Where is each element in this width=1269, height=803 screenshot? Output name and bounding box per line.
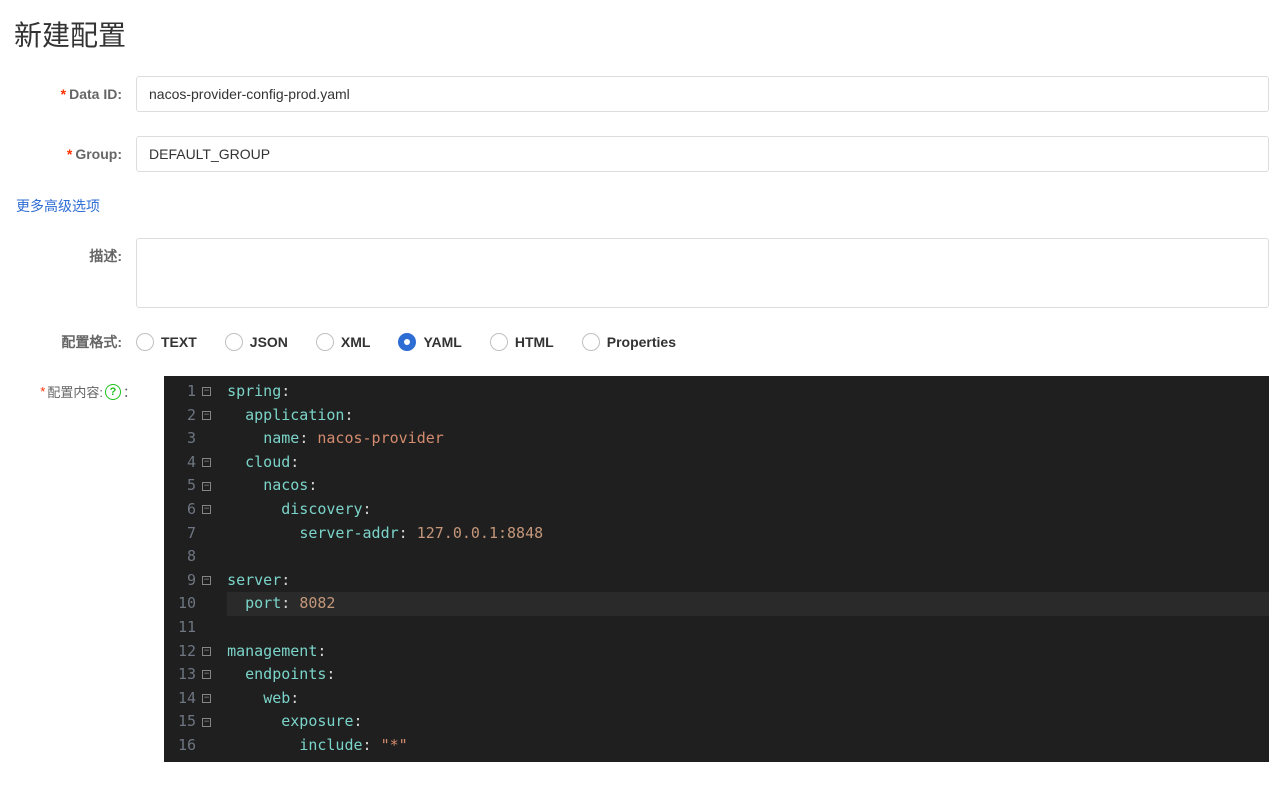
page-title: 新建配置 <box>14 14 1269 54</box>
gutter-line: 11 <box>178 616 213 640</box>
gutter-line: 6 <box>178 498 213 522</box>
fold-icon[interactable] <box>202 694 211 703</box>
code-line: server: <box>227 569 1269 593</box>
row-format: 配置格式: TEXT JSON XML YAML HTML Properties <box>14 332 1269 352</box>
editor-code-area[interactable]: spring: application: name: nacos-provide… <box>221 376 1269 762</box>
gutter-line: 3 <box>178 427 213 451</box>
help-icon[interactable]: ? <box>105 384 121 400</box>
row-data-id: *Data ID: <box>14 76 1269 112</box>
gutter-line: 12 <box>178 640 213 664</box>
code-line: nacos: <box>227 474 1269 498</box>
label-format: 配置格式: <box>14 332 136 352</box>
code-line: server-addr: 127.0.0.1:8848 <box>227 522 1269 546</box>
input-group[interactable] <box>136 136 1269 172</box>
gutter-line: 2 <box>178 404 213 428</box>
label-content: *配置内容: ? ： <box>14 376 136 401</box>
radio-label: JSON <box>250 334 288 350</box>
advanced-options-link[interactable]: 更多高级选项 <box>16 196 100 216</box>
input-data-id[interactable] <box>136 76 1269 112</box>
gutter-line: 10 <box>178 592 213 616</box>
radio-icon <box>136 333 154 351</box>
gutter-line: 15 <box>178 710 213 734</box>
radio-icon <box>582 333 600 351</box>
radio-icon <box>490 333 508 351</box>
fold-icon[interactable] <box>202 505 211 514</box>
format-option-text[interactable]: TEXT <box>136 333 197 351</box>
code-line: name: nacos-provider <box>227 427 1269 451</box>
code-line <box>227 616 1269 640</box>
code-line: cloud: <box>227 451 1269 475</box>
row-content: *配置内容: ? ： 12345678910111213141516 sprin… <box>14 376 1269 762</box>
code-line: discovery: <box>227 498 1269 522</box>
gutter-line: 7 <box>178 522 213 546</box>
code-editor[interactable]: 12345678910111213141516 spring: applicat… <box>164 376 1269 762</box>
code-line: exposure: <box>227 710 1269 734</box>
row-group: *Group: <box>14 136 1269 172</box>
gutter-line: 1 <box>178 380 213 404</box>
code-line: web: <box>227 687 1269 711</box>
fold-icon[interactable] <box>202 670 211 679</box>
input-desc[interactable] <box>136 238 1269 308</box>
gutter-line: 13 <box>178 663 213 687</box>
code-line <box>227 545 1269 569</box>
radio-label: YAML <box>423 334 461 350</box>
gutter-line: 5 <box>178 474 213 498</box>
code-line: endpoints: <box>227 663 1269 687</box>
gutter-line: 9 <box>178 569 213 593</box>
radio-label: Properties <box>607 334 676 350</box>
radio-icon <box>225 333 243 351</box>
gutter-line: 8 <box>178 545 213 569</box>
gutter-line: 16 <box>178 734 213 758</box>
format-option-xml[interactable]: XML <box>316 333 371 351</box>
format-option-yaml[interactable]: YAML <box>398 333 461 351</box>
code-line: include: "*" <box>227 734 1269 758</box>
code-line: application: <box>227 404 1269 428</box>
label-data-id: *Data ID: <box>14 86 136 102</box>
radio-icon <box>316 333 334 351</box>
fold-icon[interactable] <box>202 387 211 396</box>
code-line: port: 8082 <box>227 592 1269 616</box>
radio-label: TEXT <box>161 334 197 350</box>
fold-icon[interactable] <box>202 718 211 727</box>
gutter-line: 4 <box>178 451 213 475</box>
label-desc: 描述: <box>14 238 136 266</box>
format-option-json[interactable]: JSON <box>225 333 288 351</box>
fold-icon[interactable] <box>202 576 211 585</box>
row-desc: 描述: <box>14 238 1269 308</box>
fold-icon[interactable] <box>202 647 211 656</box>
radio-label: HTML <box>515 334 554 350</box>
code-line: management: <box>227 640 1269 664</box>
fold-icon[interactable] <box>202 411 211 420</box>
format-option-properties[interactable]: Properties <box>582 333 676 351</box>
label-group: *Group: <box>14 146 136 162</box>
format-option-html[interactable]: HTML <box>490 333 554 351</box>
code-line: spring: <box>227 380 1269 404</box>
format-radio-group: TEXT JSON XML YAML HTML Properties <box>136 333 676 351</box>
editor-gutter: 12345678910111213141516 <box>164 376 221 762</box>
radio-icon <box>398 333 416 351</box>
fold-icon[interactable] <box>202 482 211 491</box>
radio-label: XML <box>341 334 371 350</box>
gutter-line: 14 <box>178 687 213 711</box>
fold-icon[interactable] <box>202 458 211 467</box>
